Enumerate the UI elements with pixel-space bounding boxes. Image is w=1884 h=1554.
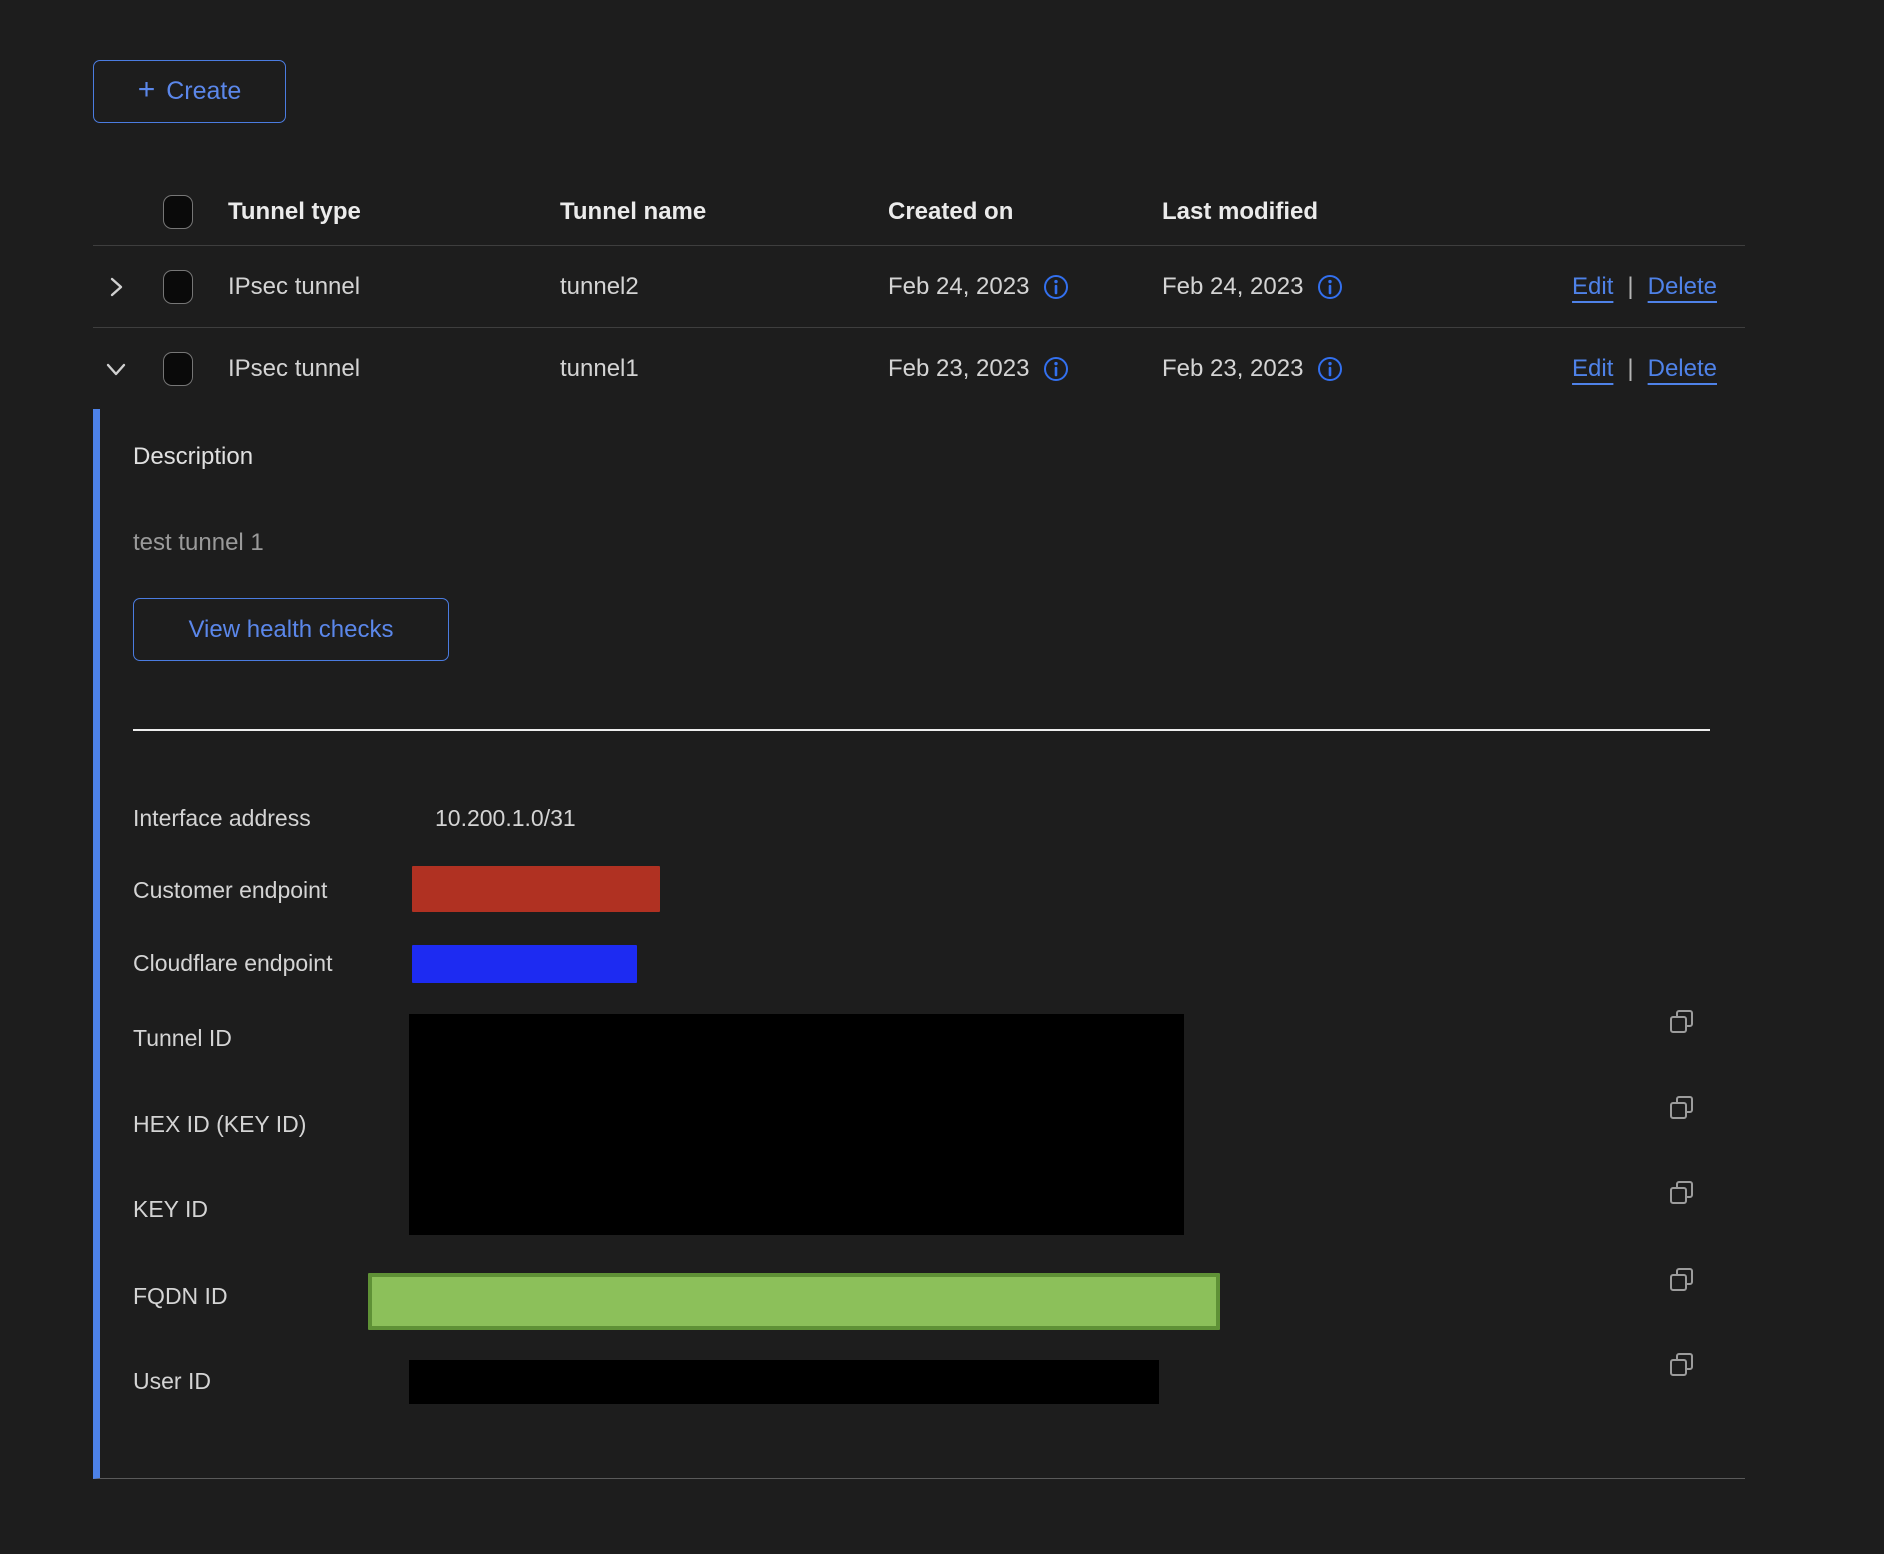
row-checkbox[interactable]	[163, 270, 193, 304]
edit-link[interactable]: Edit	[1572, 273, 1613, 301]
info-icon[interactable]	[1317, 356, 1343, 382]
action-separator: |	[1627, 273, 1633, 301]
table-header-row: Tunnel type Tunnel name Created on Last …	[93, 178, 1745, 246]
copy-icon[interactable]	[1666, 1006, 1700, 1040]
view-health-checks-button[interactable]: View health checks	[133, 598, 449, 661]
interface-address-value: 10.200.1.0/31	[435, 803, 576, 833]
created-on-value: Feb 24, 2023	[888, 273, 1029, 301]
hex-id-label: HEX ID (KEY ID)	[133, 1109, 306, 1139]
cloudflare-endpoint-redaction	[412, 945, 637, 983]
ipsec-tunnels-page: + Create Tunnel type Tunnel name Created…	[0, 0, 1884, 1554]
last-modified-value: Feb 23, 2023	[1162, 355, 1303, 383]
copy-icon[interactable]	[1666, 1092, 1700, 1126]
view-health-checks-label: View health checks	[188, 616, 393, 644]
header-created-on: Created on	[888, 198, 1013, 226]
copy-icon[interactable]	[1666, 1177, 1700, 1211]
copy-icon[interactable]	[1666, 1264, 1700, 1298]
info-icon[interactable]	[1043, 274, 1069, 300]
fqdn-id-label: FQDN ID	[133, 1281, 228, 1311]
delete-link[interactable]: Delete	[1648, 273, 1717, 301]
last-modified-value: Feb 24, 2023	[1162, 273, 1303, 301]
description-label: Description	[133, 443, 253, 471]
action-separator: |	[1627, 355, 1633, 383]
copy-icon[interactable]	[1666, 1349, 1700, 1383]
chevron-down-icon[interactable]	[101, 354, 131, 384]
header-last-modified: Last modified	[1162, 198, 1318, 226]
customer-endpoint-label: Customer endpoint	[133, 875, 327, 905]
ids-redaction-block	[409, 1014, 1184, 1235]
tunnel-name-value: tunnel1	[560, 355, 639, 383]
create-button[interactable]: + Create	[93, 60, 286, 123]
row-checkbox[interactable]	[163, 352, 193, 386]
created-on-value: Feb 23, 2023	[888, 355, 1029, 383]
create-button-label: Create	[166, 77, 241, 106]
cloudflare-endpoint-label: Cloudflare endpoint	[133, 948, 332, 978]
customer-endpoint-redaction	[412, 866, 660, 912]
tunnel-type-value: IPsec tunnel	[228, 273, 360, 301]
table-row: IPsec tunnel tunnel2 Feb 24, 2023 Feb 24…	[93, 246, 1745, 328]
edit-link[interactable]: Edit	[1572, 355, 1613, 383]
tunnel-type-value: IPsec tunnel	[228, 355, 360, 383]
tunnel-name-value: tunnel2	[560, 273, 639, 301]
tunnel-id-label: Tunnel ID	[133, 1023, 232, 1053]
table-row: IPsec tunnel tunnel1 Feb 23, 2023 Feb 23…	[93, 328, 1745, 409]
tunnel-details-panel: Description test tunnel 1 View health ch…	[93, 409, 1745, 1479]
header-tunnel-name: Tunnel name	[560, 198, 706, 226]
info-icon[interactable]	[1317, 274, 1343, 300]
chevron-right-icon[interactable]	[101, 272, 131, 302]
key-id-label: KEY ID	[133, 1194, 208, 1224]
user-id-label: User ID	[133, 1366, 211, 1396]
description-value: test tunnel 1	[133, 529, 264, 557]
info-icon[interactable]	[1043, 356, 1069, 382]
select-all-checkbox[interactable]	[163, 195, 193, 229]
fqdn-id-redaction	[368, 1273, 1220, 1330]
header-tunnel-type: Tunnel type	[228, 198, 361, 226]
plus-icon: +	[138, 75, 156, 105]
delete-link[interactable]: Delete	[1648, 355, 1717, 383]
interface-address-label: Interface address	[133, 803, 311, 833]
user-id-redaction	[409, 1360, 1159, 1404]
section-divider	[133, 729, 1710, 731]
